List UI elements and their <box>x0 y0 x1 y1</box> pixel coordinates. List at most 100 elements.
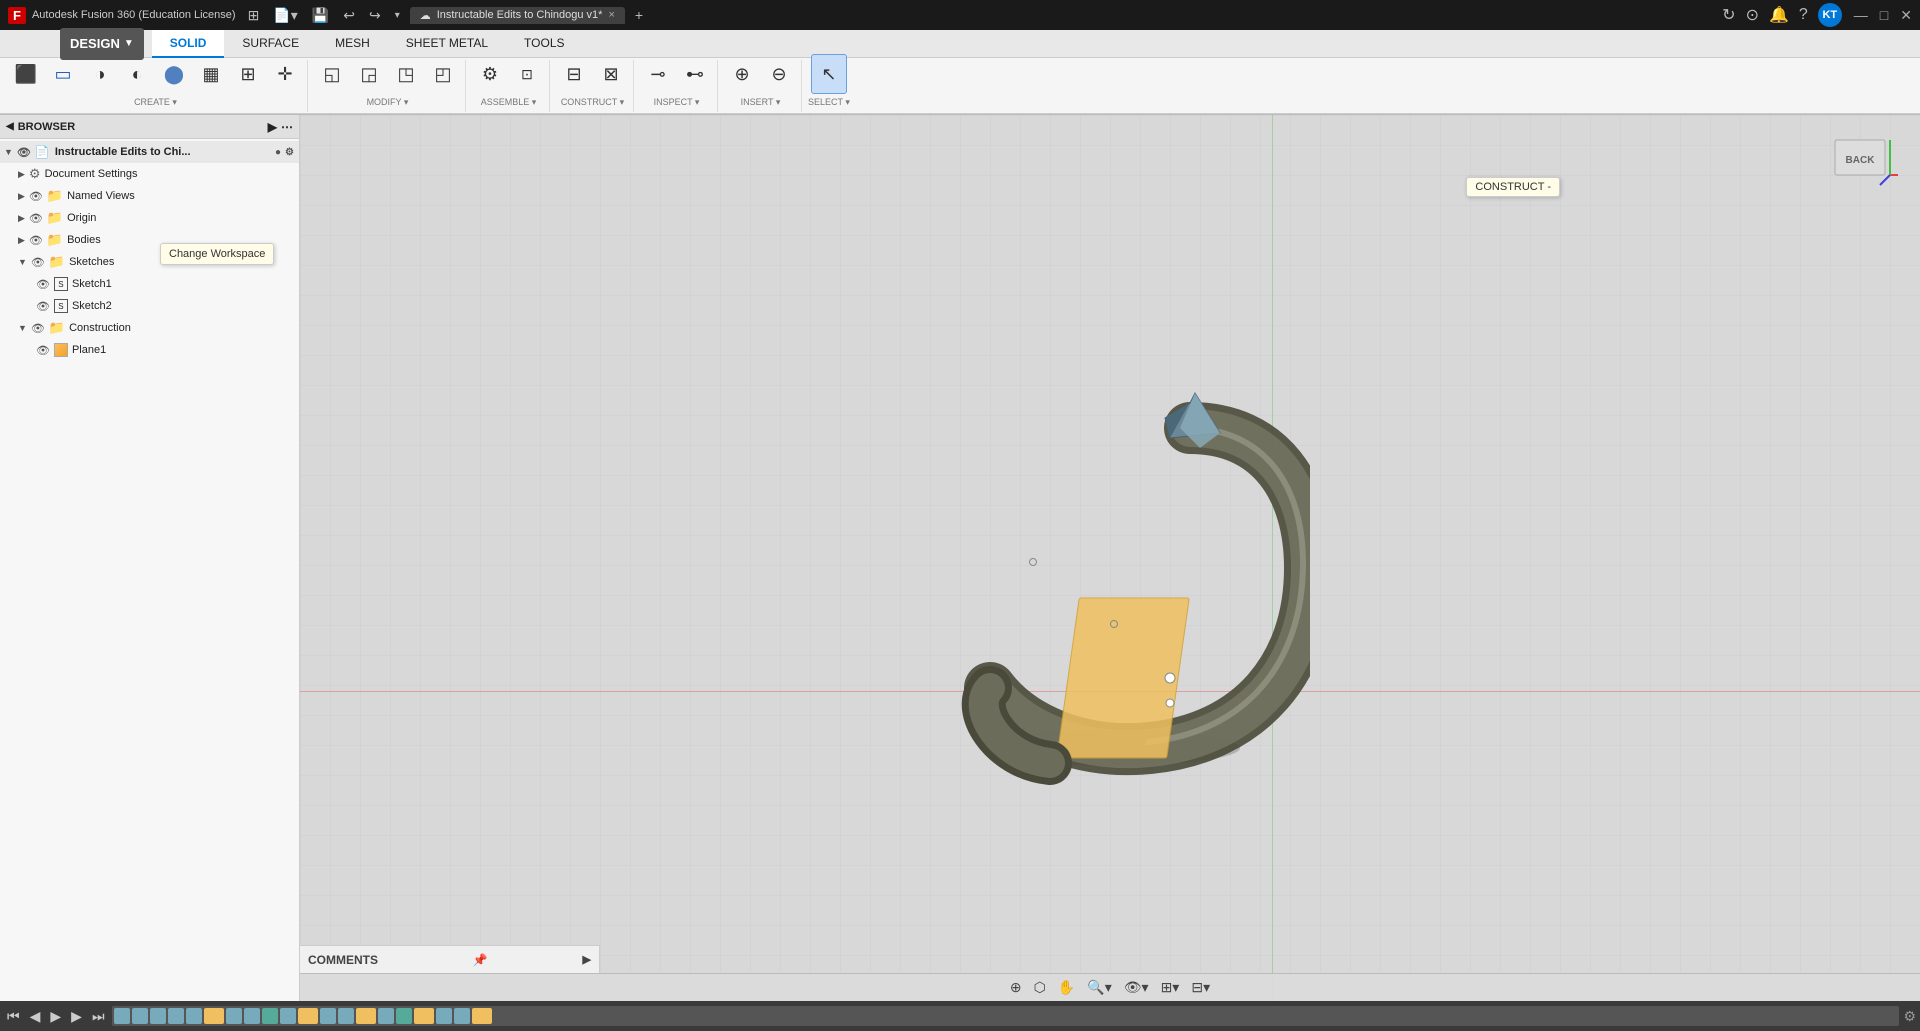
sketches-chevron[interactable]: ▼ <box>18 257 27 267</box>
viewport[interactable]: BACK CONSTRUCT - ⊕ ⬡ ✋ 🔍▾ 👁▾ ⊞▾ ⊟▾ COMME… <box>300 115 1920 1001</box>
timeline-item[interactable] <box>204 1008 224 1024</box>
assemble1-btn[interactable]: ⚙ <box>472 54 508 94</box>
insert1-btn[interactable]: ⊕ <box>724 54 760 94</box>
timeline-item[interactable] <box>168 1008 184 1024</box>
inspect2-btn[interactable]: ⊷ <box>677 54 713 94</box>
timeline-item[interactable] <box>186 1008 202 1024</box>
eye-bodies[interactable]: 👁 <box>29 234 43 247</box>
grid-menu-icon[interactable]: ⊞ <box>244 5 264 26</box>
fillet-btn[interactable]: ◱ <box>314 54 350 94</box>
timeline-item[interactable] <box>114 1008 130 1024</box>
inspect-label[interactable]: INSPECT ▾ <box>640 96 713 108</box>
eye-named-views[interactable]: 👁 <box>29 190 43 203</box>
select-label[interactable]: SELECT ▾ <box>808 96 850 108</box>
timeline-item[interactable] <box>436 1008 452 1024</box>
eye-sketch2[interactable]: 👁 <box>36 300 50 313</box>
doc-settings-chevron[interactable]: ▶ <box>18 169 25 180</box>
box-btn[interactable]: ▦ <box>193 54 229 94</box>
tl-prev-btn[interactable]: ◀ <box>27 1006 44 1027</box>
browser-item-named-views[interactable]: ▶ 👁 📁 Named Views <box>0 185 299 207</box>
eye-plane1[interactable]: 👁 <box>36 344 50 357</box>
select-btn[interactable]: ↖ <box>811 54 847 94</box>
maximize-btn[interactable]: □ <box>1880 7 1888 24</box>
timeline-item[interactable] <box>356 1008 376 1024</box>
timeline-track[interactable] <box>112 1006 1900 1026</box>
account-icon[interactable]: ⊙ <box>1746 5 1759 25</box>
construction-chevron[interactable]: ▼ <box>18 323 27 333</box>
eye-sketches[interactable]: 👁 <box>31 256 45 269</box>
browser-collapse-icon[interactable]: ◀ <box>6 121 14 132</box>
browser-item-sketch2[interactable]: 👁 S Sketch2 <box>0 295 299 317</box>
tl-play-btn[interactable]: ▶ <box>47 1006 64 1027</box>
construct-label[interactable]: CONSTRUCT ▾ <box>556 96 629 108</box>
insert-label[interactable]: INSERT ▾ <box>724 96 797 108</box>
modify-label[interactable]: MODIFY ▾ <box>314 96 461 108</box>
timeline-item[interactable] <box>414 1008 434 1024</box>
scale-btn[interactable]: ⊞ <box>230 54 266 94</box>
create-label[interactable]: CREATE ▾ <box>8 96 303 108</box>
timeline-item[interactable] <box>472 1008 492 1024</box>
timeline-item[interactable] <box>396 1008 412 1024</box>
close-btn[interactable]: ✕ <box>1900 7 1912 24</box>
undo-arrow[interactable]: ▾ <box>391 8 404 23</box>
browser-expand-icon[interactable]: ▶ <box>268 120 277 134</box>
doc-settings-btn[interactable]: ⚙ <box>284 146 295 159</box>
timeline-item[interactable] <box>132 1008 148 1024</box>
tl-next-btn[interactable]: ▶ <box>68 1006 85 1027</box>
timeline-item[interactable] <box>338 1008 354 1024</box>
eye-sketch1[interactable]: 👁 <box>36 278 50 291</box>
browser-options-icon[interactable]: ⋯ <box>281 120 293 134</box>
timeline-item[interactable] <box>226 1008 242 1024</box>
browser-item-construction[interactable]: ▼ 👁 📁 Construction <box>0 317 299 339</box>
browser-item-sketch1[interactable]: 👁 S Sketch1 <box>0 273 299 295</box>
app-f-icon[interactable]: F <box>8 7 26 24</box>
orbit-btn[interactable]: ⊕ <box>1006 977 1026 998</box>
timeline-item[interactable] <box>378 1008 394 1024</box>
display-btn[interactable]: 👁▾ <box>1120 977 1153 998</box>
insert2-btn[interactable]: ⊖ <box>761 54 797 94</box>
new-component-btn[interactable]: ⬛ <box>8 54 44 94</box>
draft-btn[interactable]: ◰ <box>425 54 461 94</box>
doc-radio-icon[interactable]: ● <box>274 146 282 159</box>
axis-btn[interactable]: ⊠ <box>593 54 629 94</box>
browser-item-origin[interactable]: ▶ 👁 📁 Origin <box>0 207 299 229</box>
eye-construction[interactable]: 👁 <box>31 322 45 335</box>
timeline-item[interactable] <box>262 1008 278 1024</box>
browser-item-plane1[interactable]: 👁 Plane1 <box>0 339 299 361</box>
timeline-item[interactable] <box>298 1008 318 1024</box>
bodies-chevron[interactable]: ▶ <box>18 235 25 246</box>
comments-pin-icon[interactable]: 📌 <box>473 953 488 967</box>
eye-origin[interactable]: 👁 <box>29 212 43 225</box>
sweep-btn[interactable]: ◐ <box>119 54 155 94</box>
zoom-btn[interactable]: 🔍▾ <box>1083 977 1115 998</box>
plane-btn[interactable]: ⊟ <box>556 54 592 94</box>
timeline-item[interactable] <box>280 1008 296 1024</box>
eye-doc[interactable]: 👁 <box>17 146 31 159</box>
shell-btn[interactable]: ◳ <box>388 54 424 94</box>
new-tab-icon[interactable]: + <box>631 5 647 25</box>
redo-icon[interactable]: ↪ <box>365 5 385 26</box>
help-icon[interactable]: ? <box>1799 6 1808 24</box>
pan-btn[interactable]: ✋ <box>1054 977 1079 998</box>
comments-collapse[interactable]: ▶ <box>583 953 591 966</box>
origin-chevron[interactable]: ▶ <box>18 213 25 224</box>
timeline-item[interactable] <box>244 1008 260 1024</box>
file-menu-icon[interactable]: 📄▾ <box>269 5 301 26</box>
extrude-btn[interactable]: ▭ <box>45 54 81 94</box>
browser-item-doc[interactable]: ▼ 👁 📄 Instructable Edits to Chi... ● ⚙ <box>0 141 299 163</box>
avatar[interactable]: KT <box>1818 3 1842 27</box>
chamfer-btn[interactable]: ◲ <box>351 54 387 94</box>
sphere-btn[interactable]: ⬤ <box>156 54 192 94</box>
tl-settings-btn[interactable]: ⚙ <box>1903 1008 1916 1025</box>
minimize-btn[interactable]: — <box>1854 7 1868 24</box>
timeline-item[interactable] <box>320 1008 336 1024</box>
measure-btn[interactable]: ⊸ <box>640 54 676 94</box>
close-tab-icon[interactable]: × <box>608 9 614 21</box>
assemble-label[interactable]: ASSEMBLE ▾ <box>472 96 545 108</box>
named-views-chevron[interactable]: ▶ <box>18 191 25 202</box>
bell-icon[interactable]: 🔔 <box>1769 5 1789 25</box>
tl-play-prev-btn[interactable]: ⏮ <box>4 1006 23 1027</box>
timeline-item[interactable] <box>150 1008 166 1024</box>
revolve-btn[interactable]: ◑ <box>82 54 118 94</box>
move-btn[interactable]: ✛ <box>267 54 303 94</box>
